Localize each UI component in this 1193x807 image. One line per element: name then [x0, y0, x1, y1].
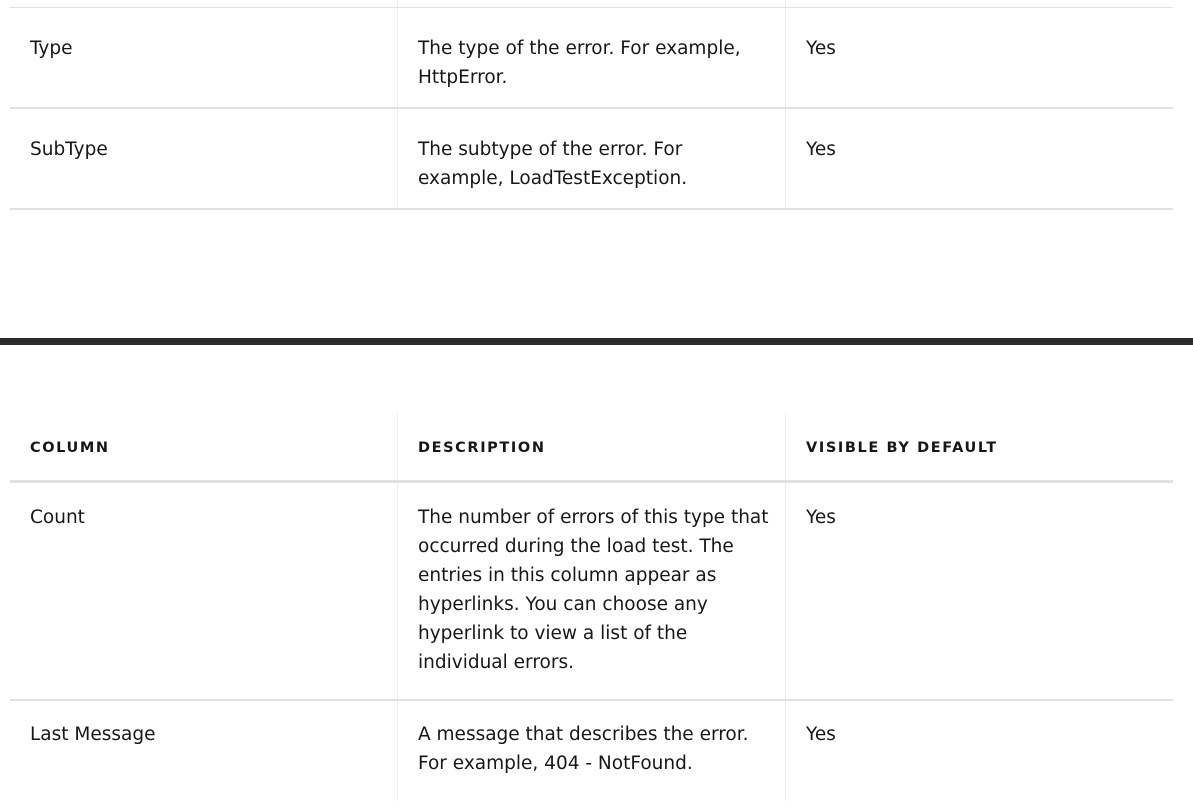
- header-visible-by-default: VISIBLE BY DEFAULT: [806, 440, 998, 456]
- errors-table-bottom: COLUMN DESCRIPTION VISIBLE BY DEFAULT Co…: [10, 414, 1173, 801]
- table-row: Last Message A message that describes th…: [10, 701, 1173, 801]
- description-cell: The type of the error. For example, Http…: [398, 8, 786, 107]
- column-name-cell: Count: [10, 483, 398, 699]
- visible-by-default-cell: Yes: [806, 507, 836, 528]
- column-name-cell: SubType: [10, 109, 398, 208]
- header-column: COLUMN: [10, 414, 398, 480]
- page: Type The type of the error. For example,…: [0, 0, 1193, 807]
- column-name-cell: Last Message: [10, 701, 398, 801]
- table-top-edge: [10, 0, 1173, 8]
- visible-by-default-cell: Yes: [806, 724, 836, 745]
- header-description: DESCRIPTION: [398, 414, 786, 480]
- table-row: SubType The subtype of the error. For ex…: [10, 109, 1173, 210]
- table-row: Count The number of errors of this type …: [10, 483, 1173, 701]
- table-row: Type The type of the error. For example,…: [10, 8, 1173, 109]
- visible-by-default-cell: Yes: [806, 38, 836, 59]
- errors-table-top: Type The type of the error. For example,…: [10, 0, 1173, 210]
- section-divider: [0, 338, 1193, 345]
- table-header-row: COLUMN DESCRIPTION VISIBLE BY DEFAULT: [10, 414, 1173, 483]
- description-cell: The number of errors of this type that o…: [398, 483, 786, 699]
- description-cell: A message that describes the error. For …: [398, 701, 786, 801]
- description-cell: The subtype of the error. For example, L…: [398, 109, 786, 208]
- visible-by-default-cell: Yes: [806, 139, 836, 160]
- column-name-cell: Type: [10, 8, 398, 107]
